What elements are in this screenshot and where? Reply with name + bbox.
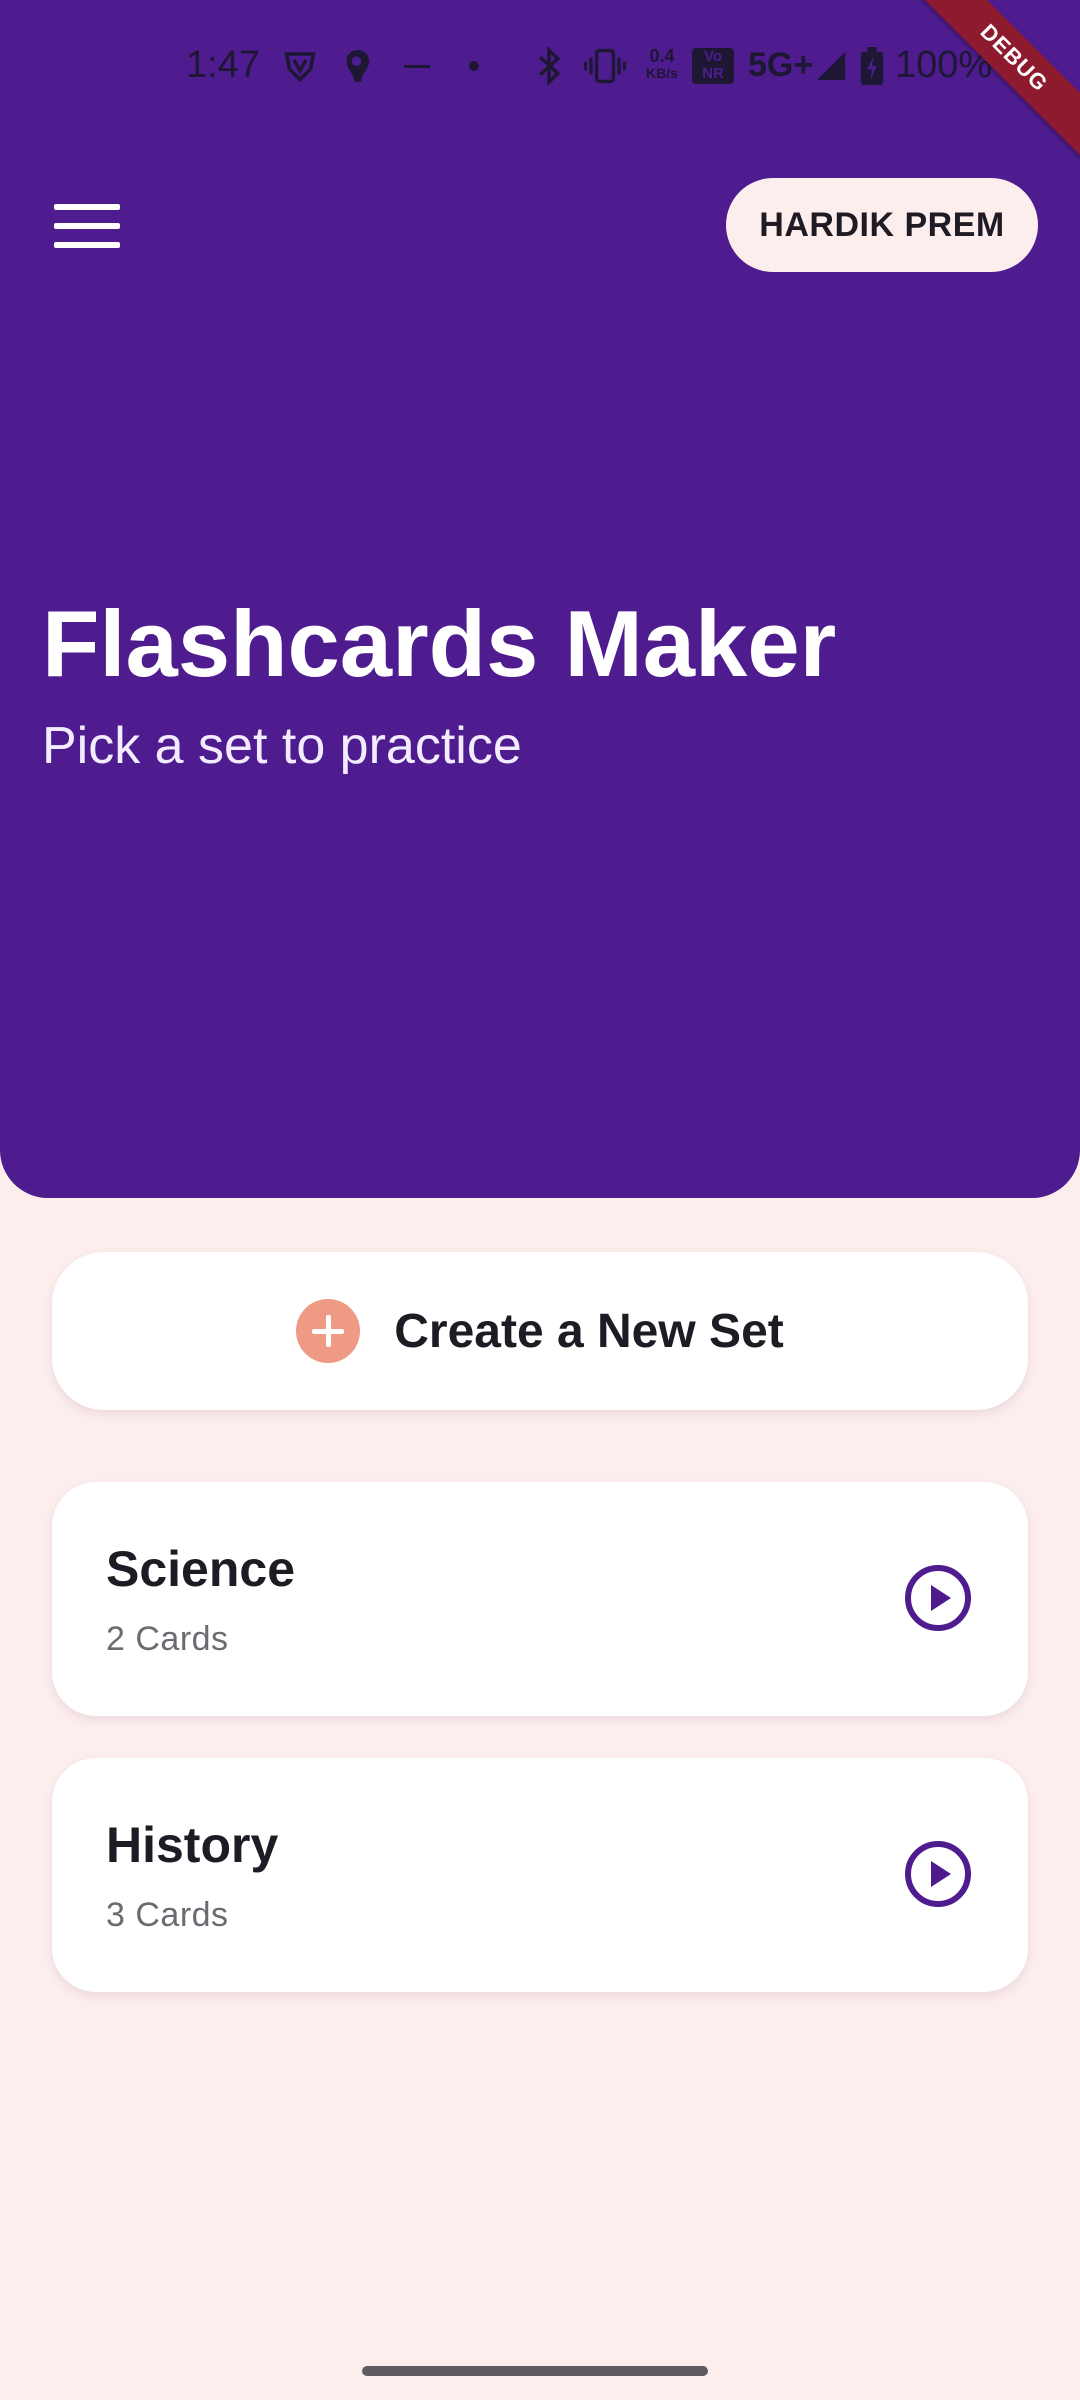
signal-icon: [814, 46, 848, 86]
network-type: 5G+: [748, 46, 814, 84]
page-subtitle: Pick a set to practice: [42, 717, 522, 775]
dot-icon: [468, 46, 480, 86]
battery-icon: [860, 46, 884, 86]
play-circle-icon[interactable]: [904, 1564, 972, 1632]
user-profile-button[interactable]: HARDIK PREM: [726, 178, 1038, 272]
network-speed: 0.4 KB/s: [646, 46, 678, 82]
create-new-set-label: Create a New Set: [394, 1304, 784, 1358]
vonr-top: Vo: [703, 48, 723, 65]
hamburger-menu-icon[interactable]: [44, 194, 130, 258]
create-new-set-button[interactable]: Create a New Set: [52, 1252, 1028, 1410]
status-bar: 1:47 0.4 KB/s Vo NR 5G+ 100%: [0, 0, 1080, 136]
vibrate-icon: [584, 46, 626, 86]
vonr-badge: Vo NR: [692, 48, 734, 84]
set-card-count: 2 Cards: [106, 1620, 229, 1658]
set-card-history[interactable]: History 3 Cards: [52, 1758, 1028, 1992]
status-time: 1:47: [186, 44, 260, 86]
page-title: Flashcards Maker: [42, 591, 837, 696]
app-notification-icon: [342, 46, 374, 86]
header-banner: 1:47 0.4 KB/s Vo NR 5G+ 100% DEBUG HARDI…: [0, 0, 1080, 1198]
vpn-icon: [282, 46, 318, 86]
vonr-bottom: NR: [702, 65, 724, 82]
set-title: Science: [106, 1541, 296, 1597]
play-circle-icon[interactable]: [904, 1840, 972, 1908]
network-speed-unit: KB/s: [646, 65, 678, 81]
set-card-count: 3 Cards: [106, 1896, 229, 1934]
dash-icon: [404, 46, 430, 86]
plus-circle-icon: [296, 1299, 361, 1363]
network-speed-value: 0.4: [649, 46, 675, 66]
set-title: History: [106, 1817, 279, 1873]
home-gesture-bar[interactable]: [362, 2366, 708, 2376]
bluetooth-icon: [534, 46, 564, 86]
set-card-science[interactable]: Science 2 Cards: [52, 1482, 1028, 1716]
